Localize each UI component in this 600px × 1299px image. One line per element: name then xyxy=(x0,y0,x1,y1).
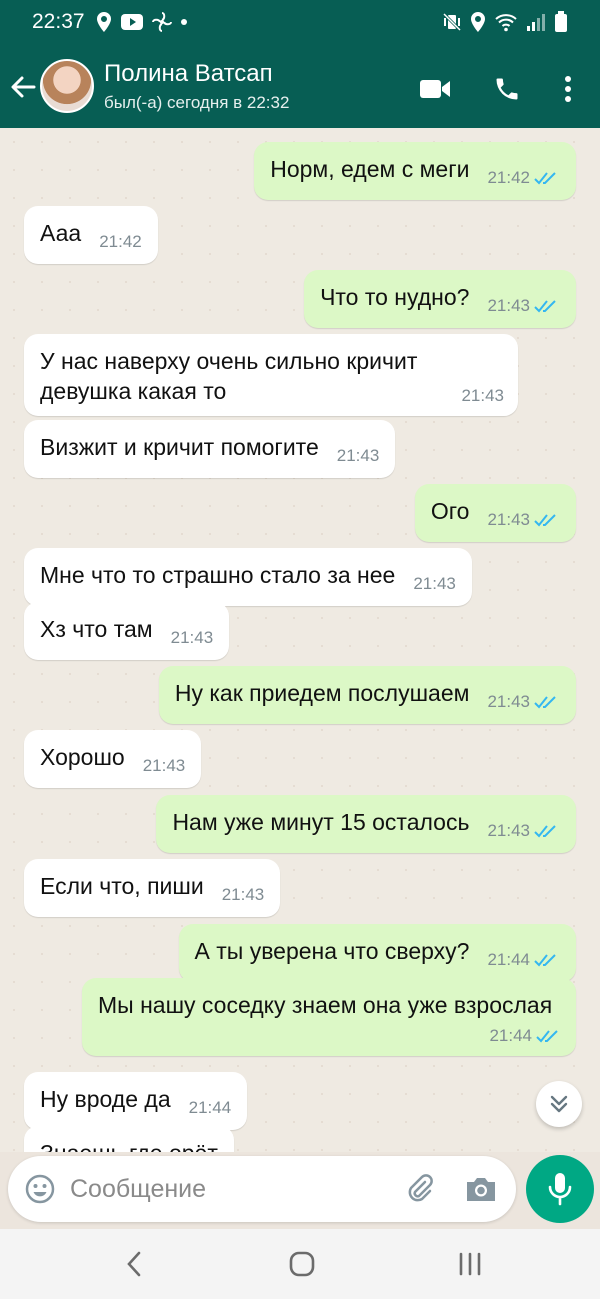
nav-recents-button[interactable] xyxy=(450,1247,490,1281)
message-text: Ого xyxy=(430,498,470,524)
double-check-icon xyxy=(536,1030,558,1043)
emoji-icon[interactable] xyxy=(24,1173,56,1205)
message-incoming[interactable]: Ааа 21:42 xyxy=(24,206,158,264)
message-outgoing[interactable]: А ты уверена что сверху? 21:44 xyxy=(178,924,576,982)
message-text: Норм, едем с меги xyxy=(270,156,470,182)
dot-icon xyxy=(181,19,187,25)
message-time: 21:43 xyxy=(336,446,380,465)
message-text: Хорошо xyxy=(40,744,125,770)
message-incoming[interactable]: Хорошо 21:43 xyxy=(24,730,202,788)
message-text: Если что, пиши xyxy=(40,873,204,899)
microphone-icon xyxy=(548,1173,572,1206)
message-incoming[interactable]: Хз что там 21:43 xyxy=(24,602,230,660)
chevron-left-icon xyxy=(127,1251,141,1277)
home-square-icon xyxy=(289,1251,315,1277)
voice-call-button[interactable] xyxy=(490,72,524,106)
battery-icon xyxy=(555,11,567,32)
message-text: А ты уверена что сверху? xyxy=(194,938,470,964)
camera-icon[interactable] xyxy=(464,1173,498,1205)
double-check-icon xyxy=(534,514,556,527)
double-check-icon xyxy=(534,954,556,967)
message-incoming[interactable]: Если что, пиши 21:43 xyxy=(24,859,281,917)
message-outgoing[interactable]: Норм, едем с меги 21:42 xyxy=(254,142,576,200)
location-icon xyxy=(97,12,111,32)
more-vertical-icon xyxy=(565,76,571,102)
double-check-icon xyxy=(534,300,556,313)
recents-icon xyxy=(459,1252,481,1276)
scroll-to-bottom-button[interactable] xyxy=(536,1081,582,1127)
message-input[interactable] xyxy=(70,1168,390,1210)
message-text: У нас наверху очень сильно кричит девушк… xyxy=(40,348,418,404)
more-options-button[interactable] xyxy=(551,72,585,106)
voice-record-button[interactable] xyxy=(526,1155,594,1223)
message-time: 21:44 xyxy=(489,1026,532,1045)
message-text: Ну вроде да xyxy=(40,1086,171,1112)
message-text: Нам уже минут 15 осталось xyxy=(172,809,470,835)
message-time: 21:43 xyxy=(142,756,186,775)
youtube-icon xyxy=(121,14,143,30)
paperclip-icon[interactable] xyxy=(404,1173,436,1205)
nav-back-button[interactable] xyxy=(114,1247,154,1281)
location-icon xyxy=(471,12,485,32)
message-time: 21:43 xyxy=(487,510,530,529)
message-outgoing[interactable]: Нам уже минут 15 осталось 21:43 xyxy=(156,795,576,853)
message-composer xyxy=(8,1156,516,1222)
avatar[interactable] xyxy=(40,59,94,113)
chevrons-down-icon xyxy=(550,1095,568,1113)
message-outgoing[interactable]: Мы нашу соседку знаем она уже взрослая 21… xyxy=(82,978,576,1056)
message-incoming[interactable]: Ну вроде да 21:44 xyxy=(24,1072,248,1130)
message-text: Ну как приедем послушаем xyxy=(174,680,470,706)
fan-icon xyxy=(152,12,172,32)
message-list[interactable]: Норм, едем с меги 21:42 Ааа 21:42 Что то н… xyxy=(0,128,600,1152)
message-text: Мне что то страшно стало за нее xyxy=(40,562,396,588)
message-time: 21:44 xyxy=(188,1098,232,1117)
message-outgoing[interactable]: Ну как приедем послушаем 21:43 xyxy=(158,666,576,724)
message-text: Хз что там xyxy=(40,616,153,642)
message-incoming[interactable]: У нас наверху очень сильно кричит девушк… xyxy=(24,334,518,416)
message-time: 21:43 xyxy=(461,386,504,405)
message-time: 21:42 xyxy=(487,168,530,187)
status-time: 22:37 xyxy=(32,10,85,33)
message-text: Знаешь где орёт xyxy=(40,1138,218,1152)
message-outgoing[interactable]: Что то нудно? 21:43 xyxy=(304,270,576,328)
message-time: 21:43 xyxy=(413,574,456,593)
message-time: 21:43 xyxy=(487,821,530,840)
double-check-icon xyxy=(534,825,556,838)
message-text: Мы нашу соседку знаем она уже взрослая xyxy=(98,992,553,1018)
arrow-left-icon[interactable] xyxy=(8,72,38,102)
message-time: 21:43 xyxy=(170,628,214,647)
phone-icon xyxy=(496,78,518,100)
message-incoming[interactable]: Знаешь где орёт xyxy=(24,1126,234,1152)
message-text: Ааа xyxy=(40,220,82,246)
video-camera-icon xyxy=(420,80,450,98)
message-outgoing[interactable]: Ого 21:43 xyxy=(414,484,576,542)
wifi-icon xyxy=(495,14,517,32)
chat-header: Полина Ватсап был(-а) сегодня в 22:32 xyxy=(0,46,600,128)
status-bar: 22:37 xyxy=(0,0,600,46)
contact-status: был(-а) сегодня в 22:32 xyxy=(104,93,290,112)
contact-name[interactable]: Полина Ватсап xyxy=(104,60,273,88)
system-navigation-bar xyxy=(0,1229,600,1299)
signal-icon xyxy=(527,14,545,31)
message-incoming[interactable]: Мне что то страшно стало за нее 21:43 xyxy=(24,548,472,606)
message-time: 21:43 xyxy=(221,885,265,904)
nav-home-button[interactable] xyxy=(282,1247,322,1281)
message-time: 21:43 xyxy=(487,692,530,711)
double-check-icon xyxy=(534,696,556,709)
message-time: 21:42 xyxy=(99,232,142,251)
message-time: 21:44 xyxy=(487,950,530,969)
message-time: 21:43 xyxy=(487,296,530,315)
message-incoming[interactable]: Визжит и кричит помогите 21:43 xyxy=(24,420,396,478)
double-check-icon xyxy=(534,172,556,185)
video-call-button[interactable] xyxy=(418,72,452,106)
message-text: Визжит и кричит помогите xyxy=(40,434,319,460)
message-text: Что то нудно? xyxy=(320,284,470,310)
vibrate-mute-icon xyxy=(442,12,462,32)
